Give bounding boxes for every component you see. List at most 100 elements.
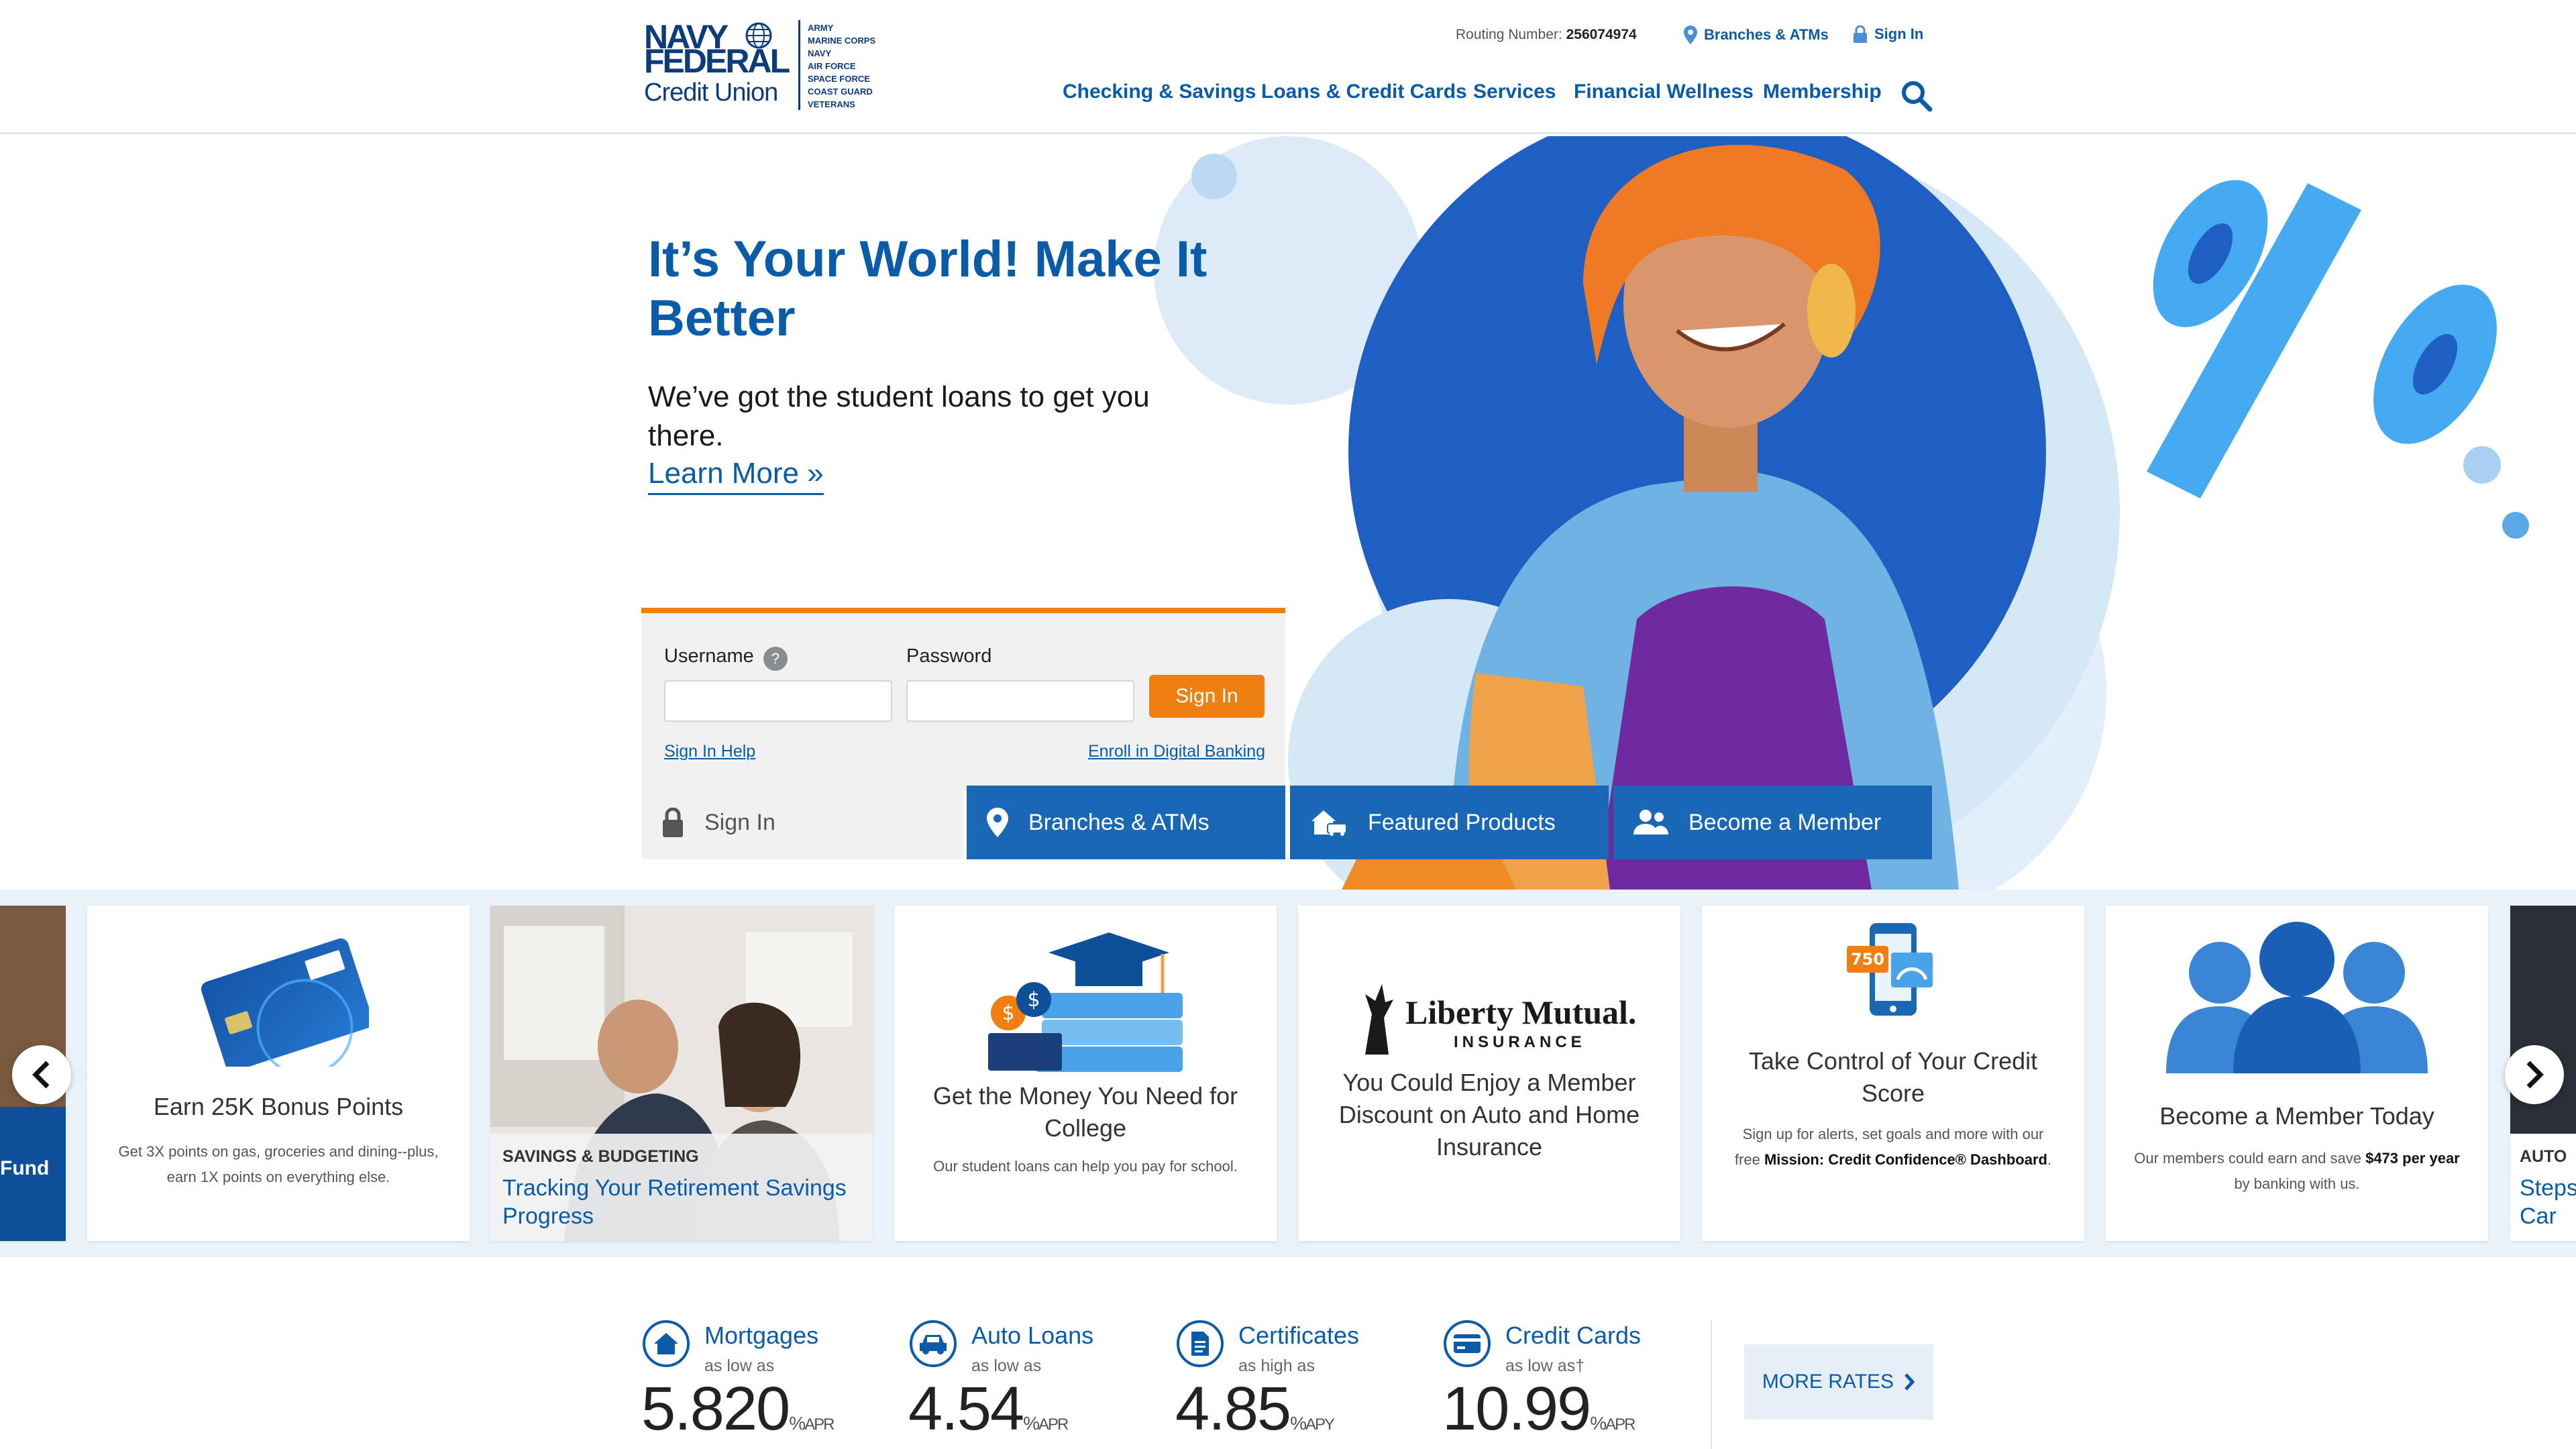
tab-branches-atms-label: Branches & ATMs: [1028, 809, 1210, 835]
statue-of-liberty-logo: [1365, 984, 1393, 1055]
nav-loans-credit-cards[interactable]: Loans & Credit Cards: [1261, 80, 1467, 103]
card-category: SAVINGS & BUDGETING: [502, 1147, 699, 1166]
tab-featured-products-label: Featured Products: [1368, 809, 1556, 835]
carousel-prev-arrow[interactable]: [12, 1045, 71, 1104]
hero-learn-more-link[interactable]: Learn More »: [648, 457, 824, 495]
password-input[interactable]: [906, 680, 1134, 722]
card-title: Become a Member Today: [2159, 1102, 2434, 1130]
rate-auto-loans-link[interactable]: Auto Loans: [971, 1322, 1093, 1350]
credit-card-icon: [1444, 1320, 1491, 1367]
routing-number: Routing Number: 256074974: [1456, 27, 1637, 43]
promo-card-credit-score[interactable]: 750 Take Control of Your Credit Score Si…: [1702, 906, 2084, 1241]
signin-link[interactable]: Sign In: [1853, 25, 1923, 43]
card-description: Our student loans can help you pay for s…: [933, 1158, 1238, 1175]
rate-value: 5.820%APR: [641, 1375, 835, 1449]
nav-membership[interactable]: Membership: [1763, 80, 1882, 103]
logo-branch: NAVY: [808, 48, 832, 58]
map-pin-icon: [1684, 25, 1697, 44]
navy-federal-logo[interactable]: NAVY FEDERAL Credit Union ARMY MARINE CO…: [644, 20, 899, 114]
credit-score-value: 750: [1851, 950, 1884, 969]
tab-sign-in[interactable]: Sign In: [641, 786, 963, 859]
logo-branch: MARINE CORPS: [808, 36, 876, 46]
rate-value: 10.99%APR: [1442, 1375, 1636, 1449]
card-title-link: Steps Car: [2520, 1175, 2576, 1229]
tab-become-member[interactable]: Become a Member: [1613, 786, 1932, 859]
card-title: You Could Enjoy a Member Discount on Aut…: [1338, 1069, 1640, 1161]
card-desc-text: Our members could earn and save: [2134, 1150, 2366, 1167]
rate-credit-cards-link[interactable]: Credit Cards: [1505, 1322, 1641, 1350]
house-car-icon: [1311, 810, 1347, 836]
tab-sign-in-label: Sign In: [704, 809, 775, 835]
liberty-mutual-logo-subtext: INSURANCE: [1454, 1033, 1586, 1051]
rate-qualifier: as low as: [704, 1356, 775, 1375]
branches-atms-label: Branches & ATMs: [1704, 26, 1829, 43]
rate-value: 4.85%APY: [1175, 1375, 1335, 1449]
promo-card-retirement-savings[interactable]: SAVINGS & BUDGETING Tracking Your Retire…: [490, 906, 873, 1241]
hero-banner: It’s Your World! Make It Better We’ve go…: [0, 136, 2576, 890]
rate-number: 5.820: [641, 1375, 790, 1443]
rate-qualifier: as low as: [971, 1356, 1042, 1375]
card-desc-end: by banking with us.: [2234, 1175, 2360, 1192]
rate-value: 4.54%APR: [908, 1375, 1069, 1449]
rate-unit: APR: [1605, 1415, 1635, 1434]
rate-percent: %: [789, 1413, 806, 1434]
logo-divider: [798, 20, 800, 110]
signin-button[interactable]: Sign In: [1149, 675, 1265, 718]
logo-credit-union: Credit Union: [644, 78, 778, 107]
promo-carousel: Fund Earn 25K Bonus Points Get 3X points…: [0, 890, 2576, 1257]
hero-subtitle: We’ve got the student loans to get you t…: [648, 380, 1150, 452]
promo-card-bonus-points[interactable]: Earn 25K Bonus Points Get 3X points on g…: [87, 906, 470, 1241]
card-desc-bold: Mission: Credit Confidence® Dashboard: [1764, 1151, 2047, 1168]
enroll-digital-banking-link[interactable]: Enroll in Digital Banking: [1088, 742, 1265, 761]
logo-branch: AIR FORCE: [808, 61, 856, 71]
carousel-next-arrow[interactable]: [2505, 1045, 2564, 1104]
search-icon[interactable]: [1900, 79, 1933, 113]
card-desc-bold: $473 per year: [2365, 1150, 2460, 1167]
username-help-icon[interactable]: ?: [763, 647, 788, 671]
username-label: Username: [664, 645, 754, 667]
branches-atms-link[interactable]: Branches & ATMs: [1684, 25, 1829, 44]
card-title: Get the Money You Need for College: [932, 1082, 1238, 1142]
promo-card-college[interactable]: $ $ Get the Money You Need for College O…: [894, 906, 1277, 1241]
site-header: NAVY FEDERAL Credit Union ARMY MARINE CO…: [0, 0, 2576, 134]
promo-card-become-member[interactable]: Become a Member Today Our members could …: [2106, 906, 2488, 1241]
nav-checking-savings[interactable]: Checking & Savings: [1063, 80, 1256, 103]
login-panel: Username ? Password Sign In Sign In Help…: [641, 608, 1285, 791]
map-pin-icon: [987, 808, 1008, 837]
credit-card-image: [201, 938, 369, 1067]
phone-credit-score-image: 750: [1847, 923, 1933, 1016]
liberty-mutual-logo-text: Liberty Mutual.: [1405, 994, 1637, 1031]
rate-mortgages-link[interactable]: Mortgages: [704, 1322, 818, 1350]
books-graduation-image: $ $: [988, 932, 1183, 1072]
rate-unit: APY: [1305, 1415, 1335, 1434]
rate-qualifier: as high as: [1238, 1356, 1315, 1375]
rate-percent: %: [1023, 1413, 1040, 1434]
rate-percent: %: [1590, 1413, 1607, 1434]
rate-certificates-link[interactable]: Certificates: [1238, 1322, 1359, 1350]
logo-branch: ARMY: [808, 23, 834, 33]
logo-branch: VETERANS: [808, 99, 855, 109]
people-icon: [1633, 810, 1668, 835]
chevron-right-icon: [2526, 1061, 2544, 1089]
tab-become-member-label: Become a Member: [1688, 809, 1882, 835]
rate-unit: APR: [1038, 1415, 1069, 1434]
signin-help-link[interactable]: Sign In Help: [664, 742, 755, 761]
promo-card-insurance[interactable]: Liberty Mutual. INSURANCE You Could Enjo…: [1298, 906, 1680, 1241]
logo-federal: FEDERAL: [644, 42, 790, 80]
house-icon: [643, 1320, 690, 1367]
tab-featured-products[interactable]: Featured Products: [1290, 786, 1609, 859]
rate-unit: APR: [804, 1415, 835, 1434]
rate-qualifier: as low as†: [1505, 1356, 1585, 1375]
nav-financial-wellness[interactable]: Financial Wellness: [1574, 80, 1754, 103]
lock-icon: [663, 808, 683, 837]
logo-branches: ARMY MARINE CORPS NAVY AIR FORCE SPACE F…: [808, 21, 875, 111]
nav-services[interactable]: Services: [1473, 80, 1556, 103]
card-title-link: Tracking Your Retirement Savings Progres…: [502, 1175, 847, 1229]
more-rates-button[interactable]: MORE RATES: [1744, 1344, 1933, 1419]
card-description: Get 3X points on gas, groceries and dini…: [118, 1143, 439, 1185]
logo-branch: SPACE FORCE: [808, 74, 870, 84]
tab-branches-atms[interactable]: Branches & ATMs: [967, 786, 1285, 859]
username-input[interactable]: [664, 680, 892, 722]
lock-icon: [1854, 25, 1867, 43]
rate-percent: %: [1290, 1413, 1307, 1434]
